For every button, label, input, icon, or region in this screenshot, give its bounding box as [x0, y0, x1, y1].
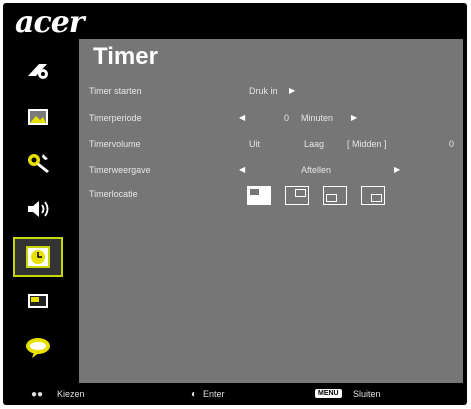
arrow-right-icon[interactable]: ▶ — [351, 113, 357, 122]
sidebar-item-timer[interactable] — [13, 237, 63, 277]
timer-start-label: Timer starten — [89, 86, 142, 96]
picture-icon — [28, 109, 48, 125]
menu-key-icon: MENU — [315, 389, 342, 398]
display-icon — [28, 294, 48, 308]
row-timer-period[interactable]: Timerperiode ◀ 0 Minuten ▶ — [89, 109, 459, 129]
row-timer-location[interactable]: Timerlocatie — [89, 185, 459, 211]
row-timer-start[interactable]: Timer starten Druk in ▶ — [89, 82, 459, 102]
volume-option-off[interactable]: Uit — [249, 139, 260, 149]
sidebar-item-picture[interactable] — [13, 99, 63, 135]
sidebar-item-image-settings[interactable] — [13, 53, 63, 89]
page-title: Timer — [93, 43, 158, 70]
arrow-left-icon[interactable]: ◀ — [239, 165, 245, 174]
timer-panel: Timer Timer starten Druk in ▶ Timerperio… — [79, 39, 463, 383]
arrow-left-icon[interactable]: ◀ — [239, 113, 245, 122]
sidebar — [3, 43, 73, 381]
footer-close-label: Sluiten — [353, 389, 381, 399]
location-top-left-option[interactable] — [247, 186, 271, 205]
sidebar-item-settings[interactable] — [13, 145, 63, 181]
timer-icon — [26, 246, 50, 268]
location-bottom-left-option[interactable] — [323, 186, 347, 205]
volume-option-low[interactable]: Laag — [304, 139, 324, 149]
sidebar-item-display[interactable] — [13, 283, 63, 319]
select-buttons-icon: ●● — [31, 389, 44, 400]
timer-location-label: Timerlocatie — [89, 189, 138, 199]
speaker-icon — [28, 201, 49, 217]
acer-logo: acer — [15, 5, 85, 40]
row-timer-display[interactable]: Timerweergave ◀ Aftellen ▶ — [89, 161, 459, 181]
language-icon — [26, 338, 50, 358]
projector-osd: acer Timer Timer starten Druk in ▶ Timer… — [3, 3, 467, 405]
image-settings-icon — [28, 64, 48, 79]
arrow-right-icon[interactable]: ▶ — [394, 165, 400, 174]
volume-option-medium[interactable]: [ Midden ] — [347, 139, 387, 149]
timer-period-label: Timerperiode — [89, 113, 142, 123]
timer-period-value: 0 — [284, 113, 290, 123]
footer-bar: ●● Kiezen ◐ Enter MENU Sluiten — [3, 383, 467, 405]
timer-start-value: Druk in — [249, 86, 278, 96]
timer-period-unit: Minuten — [301, 113, 334, 123]
location-top-right-option[interactable] — [285, 186, 309, 205]
arrow-right-icon[interactable]: ▶ — [289, 86, 295, 95]
footer-enter-label: Enter — [203, 389, 225, 399]
sidebar-item-audio[interactable] — [13, 191, 63, 227]
location-bottom-right-option[interactable] — [361, 186, 385, 205]
footer-select-label: Kiezen — [57, 389, 85, 399]
row-timer-volume[interactable]: Timervolume Uit Laag [ Midden ] 0 — [89, 135, 459, 155]
timer-display-value: Aftellen — [301, 165, 332, 175]
timer-volume-label: Timervolume — [89, 139, 141, 149]
settings-icon — [28, 154, 49, 173]
sidebar-item-language[interactable] — [13, 329, 63, 365]
timer-display-label: Timerweergave — [89, 165, 151, 175]
enter-button-icon: ◐ — [191, 389, 198, 400]
volume-option-high[interactable]: 0 — [449, 139, 454, 149]
